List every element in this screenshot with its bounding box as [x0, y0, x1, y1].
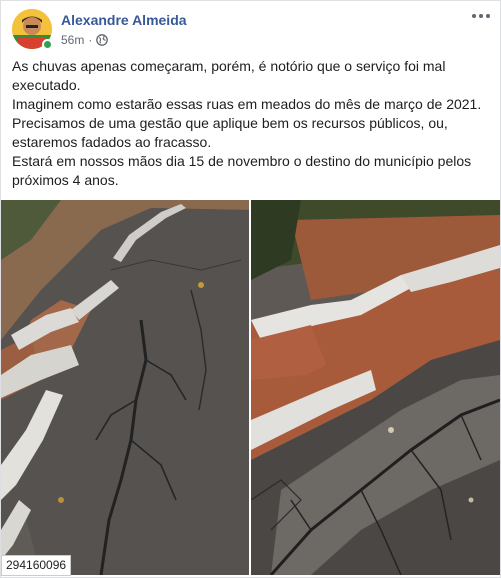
post-time[interactable]: 56m	[61, 33, 84, 47]
post-body-text: As chuvas apenas começaram, porém, é not…	[12, 57, 494, 190]
post-paragraph: Estará em nossos mãos dia 15 de novembro…	[12, 153, 472, 188]
post-meta: 56m ·	[61, 33, 109, 47]
damaged-curb-photo	[251, 200, 500, 575]
post-header: Alexandre Almeida 56m ·	[12, 9, 492, 51]
more-options-button[interactable]	[470, 7, 492, 25]
more-dot-icon	[479, 14, 483, 18]
facebook-post: Alexandre Almeida 56m · As chuvas apenas…	[0, 0, 501, 578]
more-dot-icon	[472, 14, 476, 18]
author-name[interactable]: Alexandre Almeida	[61, 12, 187, 28]
meta-separator: ·	[88, 33, 93, 47]
post-photo-left[interactable]	[1, 200, 249, 575]
post-paragraph: As chuvas apenas começaram, porém, é not…	[12, 58, 446, 93]
post-photo-right[interactable]	[251, 200, 500, 575]
globe-icon[interactable]	[96, 34, 109, 46]
post-paragraph: Precisamos de uma gestão que aplique bem…	[12, 115, 448, 150]
online-status-indicator	[42, 39, 53, 50]
more-dot-icon	[486, 14, 490, 18]
image-id-label: 294160096	[1, 555, 72, 576]
post-paragraph: Imaginem como estarão essas ruas em mead…	[12, 96, 482, 112]
damaged-sidewalk-photo	[1, 200, 249, 575]
